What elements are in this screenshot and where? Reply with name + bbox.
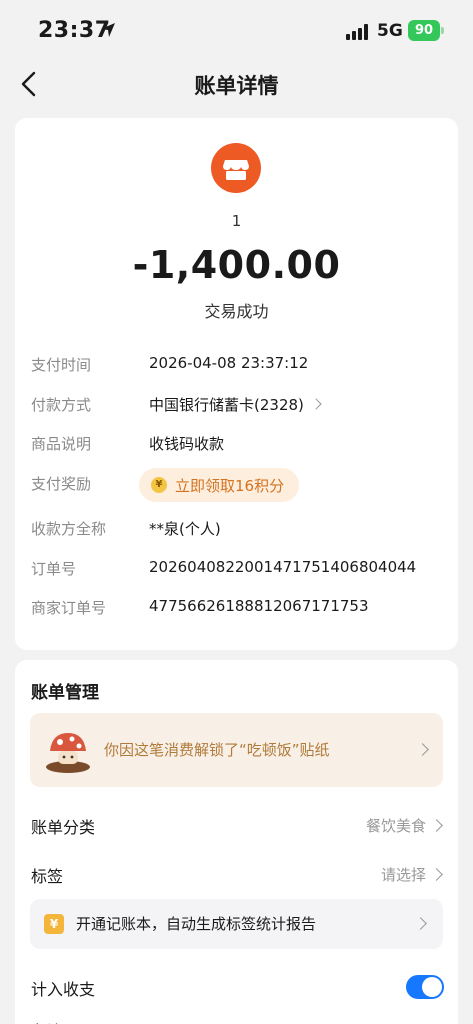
chevron-right-icon xyxy=(414,917,427,930)
coin-icon: ¥ xyxy=(151,477,167,493)
product-desc-value: 收钱码收款 xyxy=(149,435,225,453)
tag-label: 标签 xyxy=(31,867,64,886)
bill-detail-card: 1 -1,400.00 交易成功 支付时间 2026-04-08 23:37:1… xyxy=(15,118,458,650)
order-no-value: 2026040822001471751406804044 xyxy=(149,558,417,576)
chevron-right-icon xyxy=(430,868,443,881)
include-toggle[interactable] xyxy=(406,975,444,999)
battery-level: 90 xyxy=(414,23,434,38)
category-label: 账单分类 xyxy=(31,818,96,837)
tag-value: 请选择 xyxy=(380,866,426,884)
chevron-right-icon xyxy=(310,398,322,410)
toggle-knob xyxy=(422,977,442,997)
payee-value: **泉(个人) xyxy=(149,520,221,538)
merchant-order-no-value: 4775662618881206717175​3 xyxy=(149,597,369,615)
claim-points-label: 立即领取16积分 xyxy=(175,477,285,495)
sticker-banner[interactable]: 你因这笔消费解锁了“吃顿饭”贴纸 xyxy=(30,713,443,787)
pay-reward-label: 支付奖励 xyxy=(31,475,92,493)
battery-icon: 90 xyxy=(408,20,440,41)
merchant-order-no-label: 商家订单号 xyxy=(31,599,107,617)
network-type: 5G xyxy=(377,21,403,41)
chevron-right-icon xyxy=(430,819,443,832)
merchant-name: 1 xyxy=(231,212,242,230)
section-title: 账单管理 xyxy=(31,683,99,703)
signal-icon xyxy=(346,24,368,40)
ledger-icon: ¥ xyxy=(44,914,64,934)
bill-management-card: 账单管理 你因这笔消费解锁了“吃顿饭”贴纸 账单分类 餐饮美食 标签 请选择 ¥… xyxy=(15,660,458,1024)
battery-tip xyxy=(441,27,444,34)
payment-method-value[interactable]: 中国银行储蓄卡(2328) xyxy=(149,394,322,415)
payment-method-label: 付款方式 xyxy=(31,396,92,414)
sticker-text: 你因这笔消费解锁了“吃顿饭”贴纸 xyxy=(104,741,330,759)
product-desc-label: 商品说明 xyxy=(31,435,92,453)
order-no-label: 订单号 xyxy=(31,560,77,578)
amount: -1,400.00 xyxy=(132,243,341,287)
payment-method-text: 中国银行储蓄卡(2328) xyxy=(149,396,304,414)
ledger-banner[interactable]: ¥ 开通记账本，自动生成标签统计报告 xyxy=(30,899,443,949)
category-value: 餐饮美食 xyxy=(365,817,426,835)
pay-time-label: 支付时间 xyxy=(31,356,92,374)
shop-icon xyxy=(211,143,261,193)
remark-label: 备注 xyxy=(31,1018,63,1024)
claim-points-button[interactable]: ¥ 立即领取16积分 xyxy=(139,468,299,502)
mushroom-sticker-icon xyxy=(46,733,90,773)
location-arrow-icon xyxy=(101,23,115,37)
transaction-status: 交易成功 xyxy=(204,302,269,321)
include-label: 计入收支 xyxy=(31,980,96,999)
ledger-text: 开通记账本，自动生成标签统计报告 xyxy=(76,915,317,933)
chevron-right-icon xyxy=(416,743,429,756)
page-title: 账单详情 xyxy=(194,74,279,98)
status-bar: 23:37 5G 90 xyxy=(0,0,473,62)
pay-time-value: 2026-04-08 23:37:12 xyxy=(149,354,309,372)
payee-label: 收款方全称 xyxy=(31,520,107,538)
